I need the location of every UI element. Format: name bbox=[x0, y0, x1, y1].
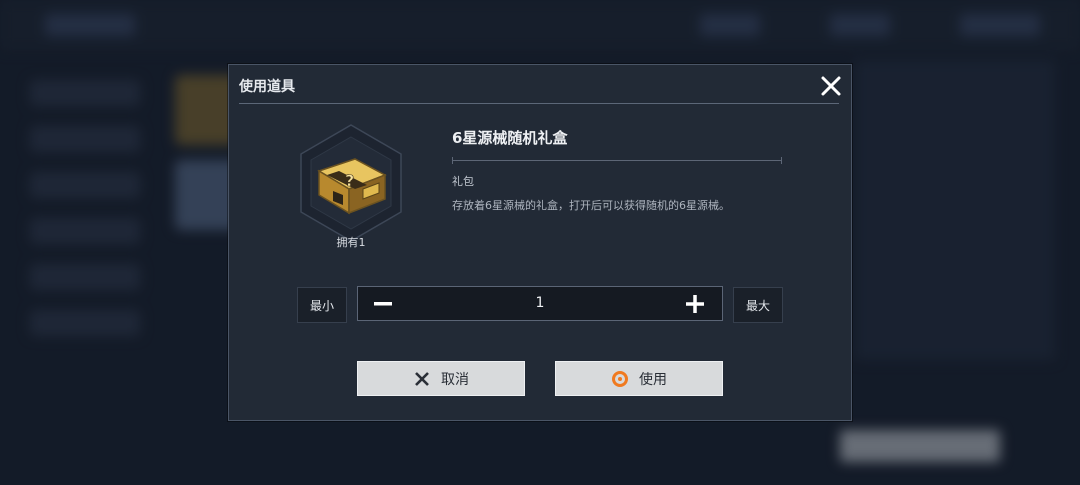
item-type: 礼包 bbox=[452, 175, 474, 188]
quantity-stepper: 1 bbox=[357, 286, 723, 321]
item-name: 6星源械随机礼盒 bbox=[452, 129, 568, 147]
svg-text:?: ? bbox=[345, 171, 354, 190]
item-icon-frame: ? bbox=[297, 123, 405, 243]
cancel-button[interactable]: 取消 bbox=[357, 361, 525, 396]
close-button[interactable] bbox=[816, 71, 846, 101]
minus-icon[interactable] bbox=[372, 295, 394, 313]
name-divider bbox=[452, 157, 782, 164]
orange-ring-icon bbox=[612, 370, 628, 387]
title-divider bbox=[239, 103, 839, 104]
owned-count: 拥有1 bbox=[336, 236, 366, 249]
max-button[interactable]: 最大 bbox=[733, 287, 783, 323]
use-button[interactable]: 使用 bbox=[555, 361, 723, 396]
plus-icon[interactable] bbox=[684, 293, 706, 315]
x-icon bbox=[415, 371, 429, 386]
close-icon bbox=[821, 76, 841, 96]
cancel-label: 取消 bbox=[441, 371, 469, 388]
min-button[interactable]: 最小 bbox=[297, 287, 347, 323]
quantity-value: 1 bbox=[535, 295, 545, 311]
item-description: 存放着6星源械的礼盒，打开后可以获得随机的6星源械。 bbox=[452, 199, 730, 212]
dialog-title: 使用道具 bbox=[239, 79, 295, 95]
use-label: 使用 bbox=[639, 371, 667, 388]
use-item-dialog: 使用道具 ? 拥有1 6星源械随机礼盒 礼包 存放着6星源械的礼盒，打开后可以获… bbox=[228, 64, 852, 421]
